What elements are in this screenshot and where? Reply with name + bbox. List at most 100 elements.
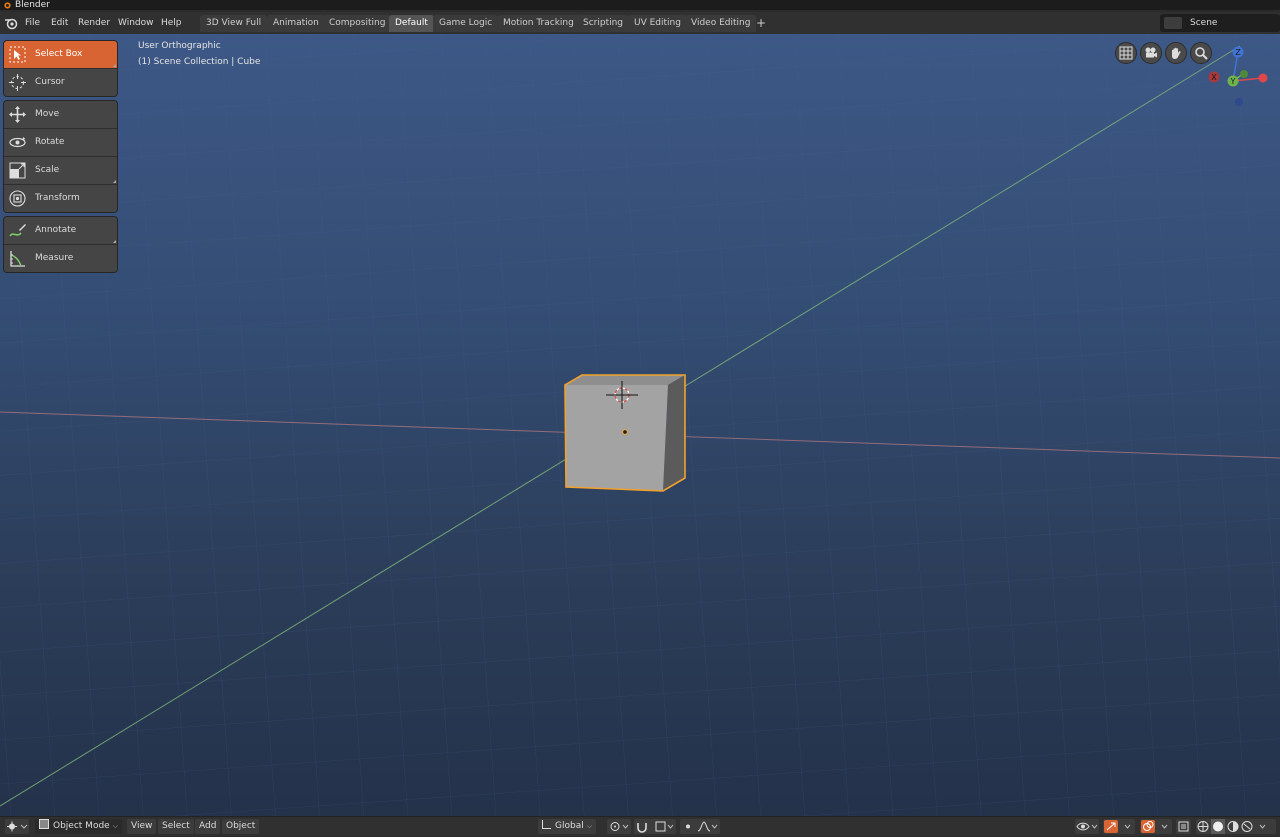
tab-animation[interactable]: Animation [267, 15, 325, 32]
tool-group-annotate: Annotate Measure [3, 216, 118, 273]
tab-uv-editing[interactable]: UV Editing [628, 15, 687, 32]
gizmo-pos-x[interactable] [1258, 73, 1268, 83]
tool-variants-indicator [113, 64, 116, 67]
visibility-selector[interactable] [1075, 819, 1099, 834]
tab-video-editing[interactable]: Video Editing [685, 15, 757, 32]
tool-select-box[interactable]: Select Box [4, 41, 117, 69]
menu-file[interactable]: File [23, 16, 42, 30]
tool-variants-indicator [113, 240, 116, 243]
pan-view-button[interactable] [1165, 42, 1187, 64]
tool-rotate[interactable]: Rotate [4, 129, 117, 157]
tool-annotate[interactable]: Annotate [4, 217, 117, 245]
chevron-down-icon: ⌵ [586, 822, 593, 830]
tool-label: Scale [35, 165, 60, 175]
snapping-toggle[interactable] [634, 819, 676, 834]
object-mode-icon [39, 819, 49, 829]
tab-compositing[interactable]: Compositing [323, 15, 392, 32]
view-name: User Orthographic [138, 41, 221, 51]
menu-object[interactable]: Object [222, 819, 260, 834]
3d-viewport[interactable]: User Orthographic (1) Scene Collection |… [0, 34, 1280, 816]
cursor-icon [9, 74, 26, 91]
menu-add[interactable]: Add [195, 819, 221, 834]
select-box-icon [9, 46, 26, 63]
tool-group-transform: Move Rotate Scale Transform [3, 100, 118, 213]
gizmo-neg-z[interactable] [1235, 98, 1243, 106]
tab-motion-tracking[interactable]: Motion Tracking [497, 15, 580, 32]
tool-label: Move [35, 109, 60, 119]
pivot-icon [610, 822, 629, 831]
orientation-label: Global [555, 821, 584, 831]
gizmo-y-label: Y [1230, 77, 1236, 86]
add-workspace-button[interactable]: + [755, 16, 767, 30]
blender-menu-icon[interactable] [4, 16, 18, 30]
pivot-point-selector[interactable] [607, 819, 631, 834]
mode-label: Object Mode [53, 821, 110, 831]
grid-icon [1119, 46, 1133, 60]
3d-view-editor-icon [7, 821, 28, 832]
chevron-down-icon: ⌵ [112, 822, 119, 830]
chevron-down-icon[interactable] [1259, 824, 1266, 829]
hand-icon [1172, 47, 1181, 59]
shading-modes [1196, 819, 1276, 834]
menu-window[interactable]: Window [116, 16, 156, 30]
editor-type-selector[interactable] [5, 819, 29, 834]
viewport-scene [0, 34, 1280, 816]
menu-edit[interactable]: Edit [49, 16, 70, 30]
gizmo-toggle[interactable] [1103, 819, 1135, 834]
scale-icon [9, 162, 26, 179]
mode-selector[interactable]: Object Mode ⌵ [35, 819, 123, 834]
camera-view-button[interactable] [1140, 42, 1162, 64]
xray-icon [1178, 821, 1189, 832]
tab-game-logic[interactable]: Game Logic [433, 15, 499, 32]
gizmo-neg-y[interactable] [1240, 70, 1248, 78]
tab-3d-view-full[interactable]: 3D View Full [200, 15, 268, 32]
scene-name: Scene [1190, 18, 1218, 28]
material-shading-icon[interactable] [1227, 821, 1239, 832]
navigation-gizmo[interactable]: X Z Y [1200, 38, 1280, 112]
viewport-header: Object Mode ⌵ View Select Add Object Glob… [0, 816, 1280, 836]
measure-icon [10, 251, 25, 267]
annotate-icon [9, 224, 26, 237]
window-title: Blender [15, 0, 50, 10]
tool-label: Rotate [35, 137, 65, 147]
tab-scripting[interactable]: Scripting [577, 15, 630, 32]
menu-help[interactable]: Help [159, 16, 184, 30]
xray-toggle[interactable] [1176, 819, 1191, 834]
menu-render[interactable]: Render [76, 16, 112, 30]
overlays-icon [1141, 820, 1168, 833]
blender-logo-icon [4, 2, 11, 9]
rendered-shading-icon[interactable] [1241, 821, 1253, 832]
tab-default[interactable]: Default [389, 15, 434, 32]
orientation-axes-icon [542, 820, 551, 829]
tool-variants-indicator [113, 180, 116, 183]
orientation-selector[interactable]: Global ⌵ [538, 819, 597, 834]
tool-scale[interactable]: Scale [4, 157, 117, 185]
tool-label: Transform [35, 193, 80, 203]
camera-icon [1145, 47, 1157, 58]
tool-measure[interactable]: Measure [4, 245, 117, 272]
tool-cursor[interactable]: Cursor [4, 69, 117, 96]
move-icon [9, 106, 26, 123]
snap-magnet-icon [637, 821, 674, 833]
title-bar: Blender [0, 0, 1280, 10]
tool-label: Measure [35, 253, 74, 263]
wireframe-shading-icon[interactable] [1197, 821, 1209, 832]
overlays-toggle[interactable] [1140, 819, 1172, 834]
toggle-camera-grid-button[interactable] [1115, 42, 1137, 64]
gizmo-x-label: X [1211, 73, 1217, 82]
gizmo-icon [1104, 820, 1131, 833]
scene-selector[interactable]: Scene [1160, 14, 1280, 32]
proportional-editing-toggle[interactable] [680, 819, 720, 834]
eye-icon [1076, 822, 1098, 831]
menu-select[interactable]: Select [158, 819, 194, 834]
tool-move[interactable]: Move [4, 101, 117, 129]
shading-icons [1197, 819, 1266, 834]
object-origin [622, 429, 628, 435]
menu-view[interactable]: View [127, 819, 157, 834]
tool-label: Cursor [35, 77, 65, 87]
solid-shading-icon[interactable] [1211, 819, 1225, 834]
top-bar: File Edit Render Window Help 3D View Ful… [0, 12, 1280, 34]
tool-transform[interactable]: Transform [4, 185, 117, 212]
proportional-editing-icon [686, 821, 718, 832]
tool-label: Select Box [35, 49, 83, 59]
